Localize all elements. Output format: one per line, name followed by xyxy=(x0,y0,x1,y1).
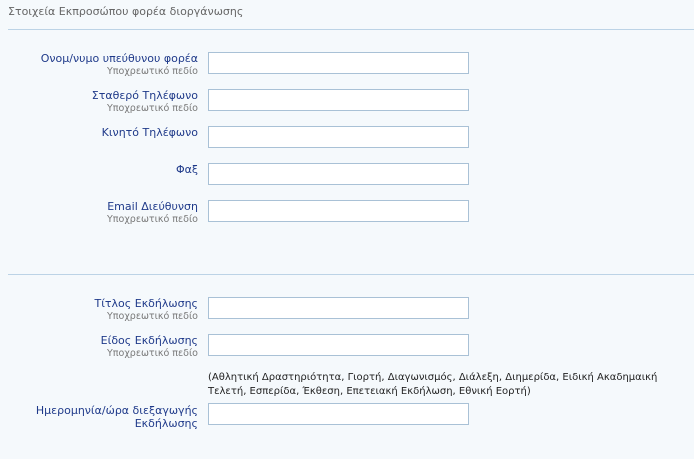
fax-label: Φαξ xyxy=(175,163,198,176)
event-datetime-input[interactable] xyxy=(208,403,469,425)
event-title-label: Τίτλος Εκδήλωσης xyxy=(94,297,198,310)
section-divider xyxy=(8,274,694,275)
email-label: Email Διεύθυνση xyxy=(107,200,198,213)
landline-label: Σταθερό Τηλέφωνο xyxy=(91,89,198,102)
event-title-input[interactable] xyxy=(208,297,469,319)
event-type-label-group: Είδος Εκδήλωσης Υποχρεωτικό πεδίο xyxy=(0,334,198,360)
event-type-label: Είδος Εκδήλωσης xyxy=(100,334,198,347)
landline-label-group: Σταθερό Τηλέφωνο Υποχρεωτικό πεδίο xyxy=(0,89,198,115)
email-input[interactable] xyxy=(208,200,469,222)
required-note: Υποχρεωτικό πεδίο xyxy=(106,311,198,322)
mobile-label-group: Κινητό Τηλέφωνο xyxy=(0,126,198,139)
required-note: Υποχρεωτικό πεδίο xyxy=(106,348,198,359)
required-note: Υποχρεωτικό πεδίο xyxy=(106,103,198,114)
event-datetime-label: Ημερομηνία/ώρα διεξαγωγής Εκδήλωσης xyxy=(35,404,198,430)
section-divider xyxy=(8,29,694,30)
fax-label-group: Φαξ xyxy=(0,163,198,176)
email-label-group: Email Διεύθυνση Υποχρεωτικό πεδίο xyxy=(0,200,198,226)
mobile-input[interactable] xyxy=(208,126,469,148)
rep-name-input[interactable] xyxy=(208,52,469,74)
event-type-hint: (Αθλητική Δραστηριότητα, Γιορτή, Διαγωνι… xyxy=(208,372,658,397)
mobile-label: Κινητό Τηλέφωνο xyxy=(101,126,198,139)
required-note: Υποχρεωτικό πεδίο xyxy=(106,214,198,225)
landline-input[interactable] xyxy=(208,89,469,111)
event-title-label-group: Τίτλος Εκδήλωσης Υποχρεωτικό πεδίο xyxy=(0,297,198,323)
rep-name-label-group: Ονομ/νυμο υπεύθυνου φορέα Υποχρεωτικό πε… xyxy=(0,52,198,78)
required-note: Υποχρεωτικό πεδίο xyxy=(106,66,198,77)
event-datetime-label-group: Ημερομηνία/ώρα διεξαγωγής Εκδήλωσης xyxy=(0,404,198,430)
section-title: Στοιχεία Εκπροσώπου φορέα διοργάνωσης xyxy=(8,5,244,18)
event-type-input[interactable] xyxy=(208,334,469,356)
rep-name-label: Ονομ/νυμο υπεύθυνου φορέα xyxy=(40,52,198,65)
fax-input[interactable] xyxy=(208,163,469,185)
